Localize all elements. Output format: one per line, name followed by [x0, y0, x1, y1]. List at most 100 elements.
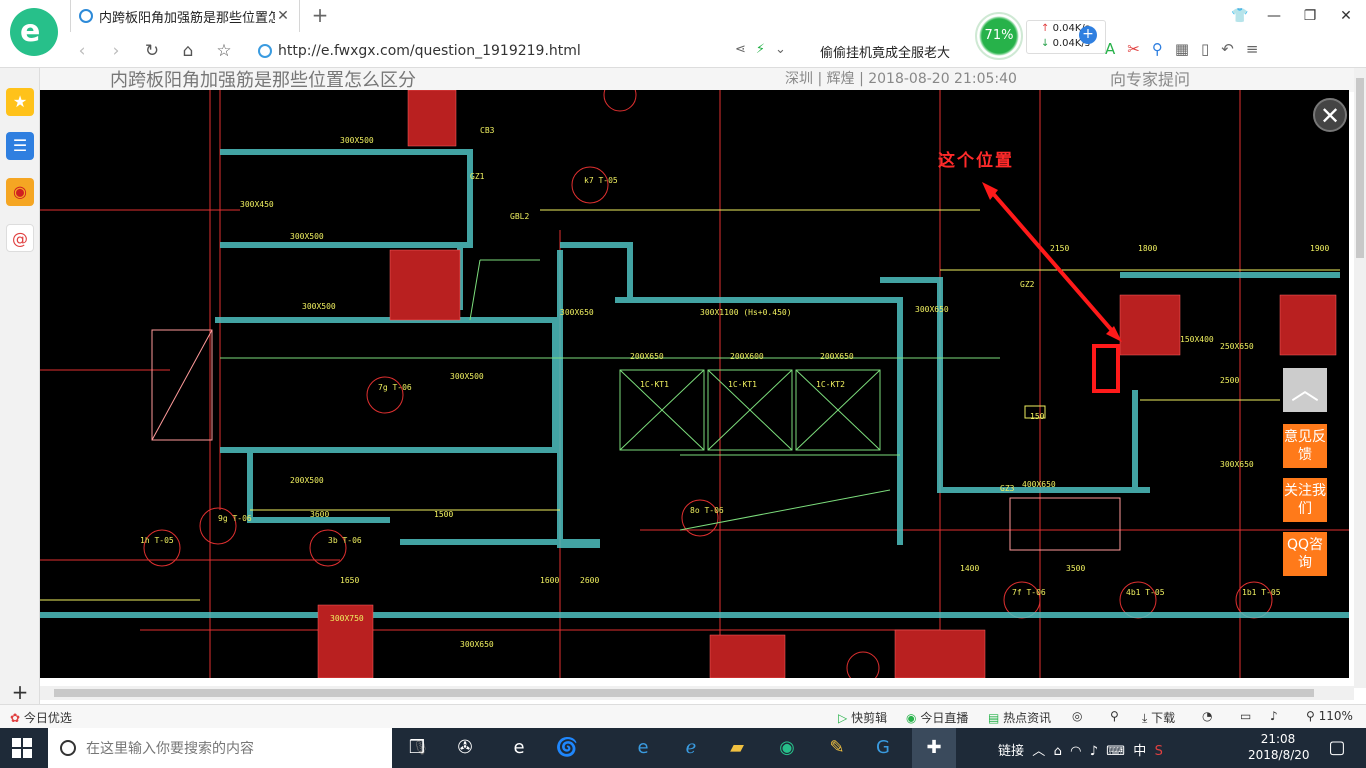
- quick-clip[interactable]: ▷ 快剪辑: [838, 709, 887, 726]
- tray-wifi-icon[interactable]: ◠: [1070, 744, 1081, 759]
- file-explorer-icon[interactable]: ▰: [722, 734, 752, 762]
- search-icon[interactable]: ⚲: [1152, 40, 1163, 58]
- browser-logo[interactable]: e: [10, 8, 58, 56]
- active-app-icon[interactable]: ✚: [912, 728, 956, 768]
- cad-dimension-label: 7g T-06: [378, 383, 412, 392]
- upload-arrow-icon: ↑: [1041, 23, 1050, 34]
- cad-dimension-label: 300X650: [1220, 460, 1254, 469]
- cad-dimension-label: 300X1100 (Hs+0.450): [700, 308, 792, 317]
- tray-network-icon[interactable]: ⌂: [1054, 744, 1062, 759]
- taskbar-search-box[interactable]: 在这里输入你要搜索的内容 🎙: [48, 728, 430, 768]
- back-button[interactable]: ‹: [70, 40, 94, 62]
- forward-button[interactable]: ›: [104, 40, 128, 62]
- back-to-top-button[interactable]: ︿: [1283, 368, 1327, 412]
- notification-icon[interactable]: ▢: [1322, 734, 1352, 762]
- speed-icon[interactable]: ◎: [1072, 709, 1082, 723]
- cad-dimension-label: 300X500: [290, 232, 324, 241]
- clean-icon[interactable]: ◔: [1202, 709, 1212, 723]
- weibo-icon[interactable]: ◉: [6, 178, 34, 206]
- tab-question[interactable]: 内跨板阳角加强筋是那些位置怎么 ✕: [70, 0, 300, 32]
- shirt-skin-icon[interactable]: 👕: [1228, 6, 1252, 26]
- speedup-plus-button[interactable]: +: [1079, 26, 1097, 44]
- restore-button[interactable]: ❐: [1298, 6, 1322, 26]
- translate-icon[interactable]: A: [1105, 40, 1115, 58]
- address-bar[interactable]: http://e.fwxgx.com/question_1919219.html: [258, 40, 728, 62]
- clock-date: 2018/8/20: [1248, 748, 1310, 762]
- ie-e-icon[interactable]: e: [504, 734, 534, 762]
- phone-icon[interactable]: ▯: [1201, 40, 1209, 58]
- follow-us-button[interactable]: 关注我们: [1283, 478, 1327, 522]
- cad-dimension-label: 200X600: [730, 352, 764, 361]
- cad-dimension-label: 1C-KT1: [640, 380, 669, 389]
- apps-grid-icon[interactable]: ▦: [1175, 40, 1189, 58]
- pinwheel-app-icon[interactable]: ✇: [450, 734, 480, 762]
- zoom-level[interactable]: ⚲ 110%: [1306, 709, 1353, 723]
- cad-dimension-label: 200X650: [630, 352, 664, 361]
- taskbar-clock[interactable]: 21:08 2018/8/20: [1248, 731, 1310, 763]
- tray-ime[interactable]: 中: [1133, 744, 1146, 759]
- hot-news[interactable]: ▤ 热点资讯: [988, 709, 1051, 726]
- cad-dimension-label: 300X500: [302, 302, 336, 311]
- reader-list-icon[interactable]: ☰: [6, 132, 34, 160]
- downloads-label: 下载: [1151, 711, 1176, 725]
- notes-app-icon[interactable]: ✎: [822, 734, 852, 762]
- title-bar: 内跨板阳角加强筋是那些位置怎么 ✕ + 👕 — ❐ ✕: [0, 0, 1366, 34]
- today-picks[interactable]: ✿ 今日优选: [10, 709, 72, 726]
- undo-icon[interactable]: ↶: [1221, 40, 1234, 58]
- downloads[interactable]: ⤓ 下载: [1142, 709, 1175, 726]
- volume-icon[interactable]: ♪: [1270, 709, 1278, 723]
- feedback-button[interactable]: 意见反馈: [1283, 424, 1327, 468]
- chevron-down-icon[interactable]: ⌄: [775, 42, 786, 57]
- quick-clip-label: 快剪辑: [851, 711, 888, 725]
- close-image-button[interactable]: ✕: [1313, 98, 1347, 132]
- edge-icon[interactable]: e: [628, 734, 658, 762]
- cad-dimension-label: GZ3: [1000, 484, 1015, 493]
- spiral-app-icon[interactable]: 🌀: [552, 734, 582, 762]
- share-icon[interactable]: ⋖: [735, 42, 746, 57]
- new-tab-button[interactable]: +: [310, 4, 330, 28]
- mail-at-icon[interactable]: @: [6, 224, 34, 252]
- reload-button[interactable]: ↻: [140, 40, 164, 62]
- minimize-button[interactable]: —: [1262, 6, 1286, 26]
- horizontal-scrollbar[interactable]: [40, 686, 1354, 700]
- star-favorites-icon[interactable]: ★: [6, 88, 34, 116]
- sidebar-add-button[interactable]: +: [0, 680, 40, 704]
- today-live-label: 今日直播: [920, 711, 969, 725]
- cad-dimension-label: 200X650: [820, 352, 854, 361]
- cad-dimension-label: 1800: [1138, 244, 1158, 253]
- favorite-star-button[interactable]: ☆: [212, 40, 236, 62]
- vertical-scroll-thumb[interactable]: [1356, 78, 1364, 258]
- network-gauge[interactable]: 71%: [975, 12, 1023, 60]
- scissors-icon[interactable]: ✂: [1127, 40, 1140, 58]
- today-live[interactable]: ◉ 今日直播: [906, 709, 968, 726]
- tray-sogou-icon[interactable]: S: [1155, 744, 1163, 759]
- cad-dimension-label: 1400: [960, 564, 980, 573]
- e-logo-icon: e: [20, 14, 41, 49]
- cad-dimension-label: 2600: [580, 576, 600, 585]
- vertical-scrollbar[interactable]: [1354, 68, 1366, 688]
- cad-dimension-label: GZ2: [1020, 280, 1035, 289]
- windows-start-icon[interactable]: [12, 738, 32, 758]
- cad-dimension-label: GBL2: [510, 212, 530, 221]
- window-icon[interactable]: ▭: [1240, 709, 1251, 723]
- download-arrow-icon: ↓: [1041, 38, 1050, 49]
- ie-icon[interactable]: ℯ: [676, 734, 706, 762]
- qq-consult-button[interactable]: QQ咨询: [1283, 532, 1327, 576]
- tab-close-icon[interactable]: ✕: [275, 8, 291, 24]
- 360-browser-icon[interactable]: ◉: [772, 734, 802, 762]
- horizontal-scroll-thumb[interactable]: [54, 689, 1314, 697]
- close-window-button[interactable]: ✕: [1334, 6, 1358, 26]
- pin-icon[interactable]: ⚲: [1110, 709, 1119, 723]
- tray-volume-icon[interactable]: ♪: [1090, 744, 1098, 759]
- ask-expert-link[interactable]: 向专家提问: [1110, 68, 1190, 90]
- task-view-icon[interactable]: ❒: [402, 734, 432, 762]
- lightning-icon[interactable]: ⚡: [756, 42, 765, 57]
- tray-chevron-up-icon[interactable]: ︿: [1032, 744, 1045, 759]
- hot-news-link[interactable]: 偷偷挂机竟成全服老大: [820, 42, 950, 61]
- system-tray: 链接 ︿ ⌂ ◠ ♪ ⌨ 中 S: [998, 740, 1163, 759]
- menu-icon[interactable]: ≡: [1246, 40, 1259, 58]
- tray-link[interactable]: 链接: [998, 744, 1024, 759]
- g-app-icon[interactable]: G: [868, 734, 898, 762]
- tray-keyboard-icon[interactable]: ⌨: [1106, 744, 1125, 759]
- home-button[interactable]: ⌂: [176, 40, 200, 62]
